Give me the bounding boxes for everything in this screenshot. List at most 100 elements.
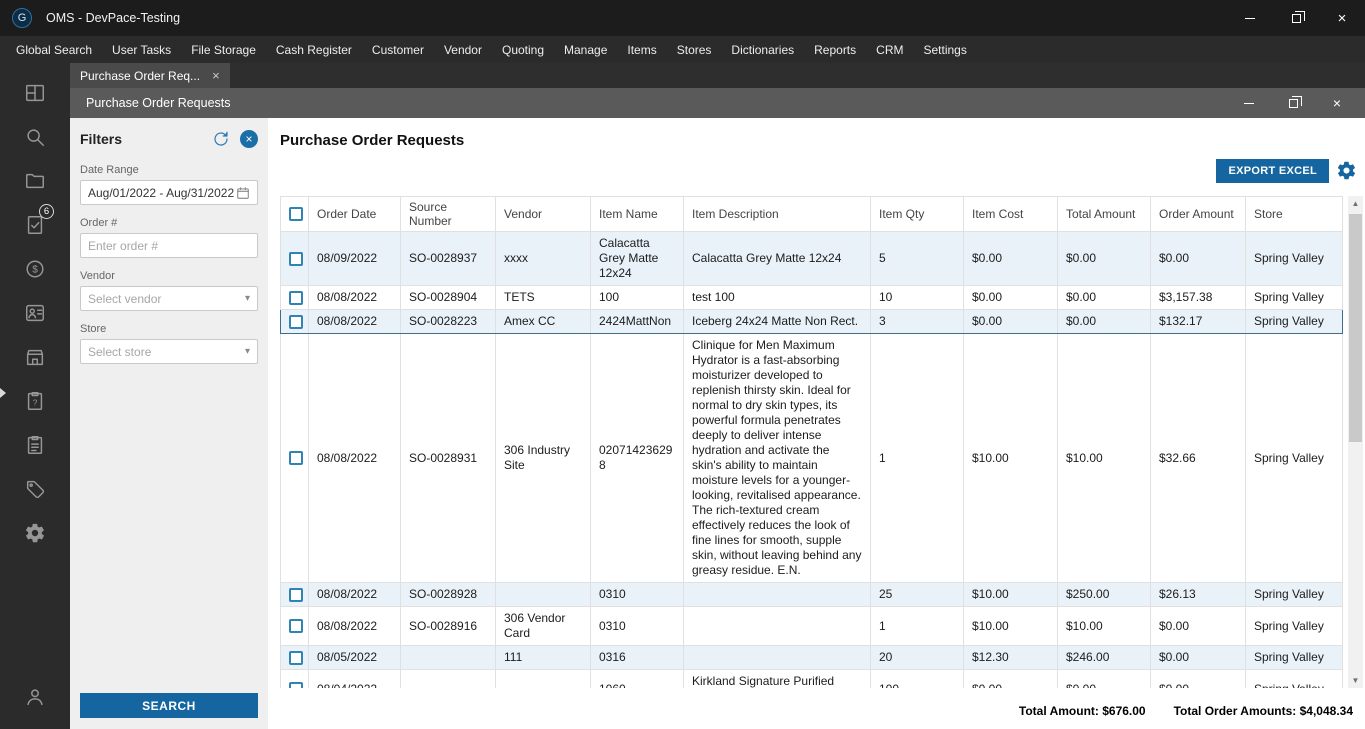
- cell-vendor: 111: [495, 645, 591, 670]
- sidebar-item-quoting[interactable]: ?: [0, 379, 70, 423]
- tab-purchase-order-requests[interactable]: Purchase Order Req... ×: [70, 63, 230, 88]
- cell-store: Spring Valley: [1245, 669, 1343, 688]
- row-checkbox-cell: [280, 231, 309, 286]
- table-row[interactable]: 08/09/2022 SO-0028937 xxxx Calacatta Grey M…: [280, 231, 1343, 286]
- cell-item-name: 100: [590, 285, 684, 310]
- chevron-down-icon: ▾: [244, 346, 250, 357]
- column-header-item-name[interactable]: Item Name: [590, 196, 684, 232]
- minimize-button[interactable]: [1227, 0, 1273, 36]
- sidebar-item-tags[interactable]: [0, 467, 70, 511]
- menu-item-settings[interactable]: Settings: [913, 36, 976, 63]
- row-checkbox[interactable]: [289, 587, 303, 602]
- total-order-amounts: Total Order Amounts: $4,048.34: [1173, 704, 1353, 718]
- sidebar-item-cash-register[interactable]: $: [0, 247, 70, 291]
- menu-item-stores[interactable]: Stores: [667, 36, 722, 63]
- sidebar-item-search[interactable]: [0, 115, 70, 159]
- menu-item-crm[interactable]: CRM: [866, 36, 913, 63]
- menu-item-file-storage[interactable]: File Storage: [181, 36, 266, 63]
- cell-order-amount: $0.00: [1150, 669, 1246, 688]
- menu-item-vendor[interactable]: Vendor: [434, 36, 492, 63]
- menu-item-quoting[interactable]: Quoting: [492, 36, 554, 63]
- sidebar-item-tasks[interactable]: 6: [0, 203, 70, 247]
- vendor-select[interactable]: Select vendor ▾: [80, 286, 258, 311]
- column-header-item-qty[interactable]: Item Qty: [870, 196, 964, 232]
- menu-item-items[interactable]: Items: [617, 36, 666, 63]
- inner-close-button[interactable]: ×: [1315, 88, 1359, 118]
- sidebar-item-orders[interactable]: [0, 423, 70, 467]
- search-button[interactable]: SEARCH: [80, 693, 258, 718]
- sidebar-expand-handle[interactable]: [0, 388, 6, 398]
- column-header-order-amount[interactable]: Order Amount: [1150, 196, 1246, 232]
- column-header-store[interactable]: Store: [1245, 196, 1343, 232]
- store-select[interactable]: Select store ▾: [80, 339, 258, 364]
- menu-item-manage[interactable]: Manage: [554, 36, 617, 63]
- menu-item-reports[interactable]: Reports: [804, 36, 866, 63]
- table-row[interactable]: 08/08/2022 SO-0028223 Amex CC 2424MattNon Ic…: [280, 309, 1343, 334]
- scrollbar-down-icon[interactable]: ▼: [1348, 673, 1363, 688]
- close-button[interactable]: ×: [1319, 0, 1365, 36]
- close-filters-button[interactable]: ×: [240, 130, 258, 148]
- cell-item-cost: $0.00: [963, 285, 1058, 310]
- row-checkbox-cell: [280, 645, 309, 670]
- column-header-vendor[interactable]: Vendor: [495, 196, 591, 232]
- restore-icon: [1288, 95, 1302, 108]
- refresh-filters-button[interactable]: [212, 130, 230, 148]
- menu-item-cash-register[interactable]: Cash Register: [266, 36, 362, 63]
- column-header-item-cost[interactable]: Item Cost: [963, 196, 1058, 232]
- table-scrollbar[interactable]: ▲ ▼: [1348, 196, 1363, 688]
- cell-total-amount: $10.00: [1057, 606, 1151, 646]
- table-header-row: Order Date Source Number Vendor Item Name It…: [280, 196, 1343, 232]
- menu-item-dictionaries[interactable]: Dictionaries: [721, 36, 804, 63]
- tab-close-icon[interactable]: ×: [212, 69, 220, 82]
- menu-item-global-search[interactable]: Global Search: [6, 36, 102, 63]
- po-table-body: 08/09/2022 SO-0028937 xxxx Calacatta Grey M…: [280, 231, 1343, 688]
- inner-minimize-button[interactable]: [1227, 88, 1271, 118]
- cell-vendor: 306 Vendor Card: [495, 606, 591, 646]
- table-row[interactable]: 08/08/2022 SO-0028928 0310 25 $10.00 $250.00 $…: [280, 582, 1343, 607]
- export-excel-button[interactable]: EXPORT EXCEL: [1216, 159, 1329, 183]
- row-checkbox-cell: [280, 669, 309, 688]
- row-checkbox-cell: [280, 333, 309, 583]
- sidebar-item-dashboard[interactable]: [0, 71, 70, 115]
- column-header-source-number[interactable]: Source Number: [400, 196, 496, 232]
- cell-item-cost: $10.00: [963, 606, 1058, 646]
- inner-maximize-button[interactable]: [1271, 88, 1315, 118]
- cell-order-date: 08/05/2022: [308, 645, 401, 670]
- column-header-item-description[interactable]: Item Description: [683, 196, 871, 232]
- row-checkbox[interactable]: [289, 619, 303, 634]
- row-checkbox[interactable]: [289, 251, 303, 266]
- table-row[interactable]: 08/08/2022 SO-0028904 TETS 100 test 100 10 $0.…: [280, 285, 1343, 310]
- row-checkbox-cell: [280, 606, 309, 646]
- grid-settings-gear-icon[interactable]: [1336, 160, 1357, 181]
- table-row[interactable]: 08/05/2022 111 0316 20 $12.30 $246.00 $0.00 Spr…: [280, 645, 1343, 670]
- row-checkbox[interactable]: [289, 682, 303, 688]
- svg-text:?: ?: [33, 399, 38, 408]
- row-checkbox[interactable]: [289, 290, 303, 305]
- inner-title-bar: Purchase Order Requests ×: [70, 88, 1365, 118]
- cell-item-qty: 20: [870, 645, 964, 670]
- customers-icon: [26, 304, 44, 322]
- menu-item-customer[interactable]: Customer: [362, 36, 434, 63]
- sidebar-item-settings[interactable]: [0, 511, 70, 555]
- title-bar: G OMS - DevPace-Testing ×: [0, 0, 1365, 36]
- row-checkbox-cell: [280, 285, 309, 310]
- row-checkbox[interactable]: [289, 314, 303, 329]
- scrollbar-up-icon[interactable]: ▲: [1348, 196, 1363, 211]
- column-header-order-date[interactable]: Order Date: [308, 196, 401, 232]
- table-row[interactable]: 08/08/2022 SO-0028931 306 Industry Site 020…: [280, 333, 1343, 583]
- scrollbar-thumb[interactable]: [1349, 214, 1362, 442]
- maximize-button[interactable]: [1273, 0, 1319, 36]
- order-number-input[interactable]: [80, 233, 258, 258]
- column-header-total-amount[interactable]: Total Amount: [1057, 196, 1151, 232]
- menu-item-user-tasks[interactable]: User Tasks: [102, 36, 181, 63]
- table-row[interactable]: 08/08/2022 SO-0028916 306 Vendor Card 0310 1…: [280, 606, 1343, 646]
- sidebar-item-user[interactable]: [0, 675, 70, 719]
- sidebar-item-file-storage[interactable]: [0, 159, 70, 203]
- date-range-input[interactable]: Aug/01/2022 - Aug/31/2022: [80, 180, 258, 205]
- row-checkbox[interactable]: [289, 451, 303, 466]
- sidebar-item-customers[interactable]: [0, 291, 70, 335]
- sidebar-item-stores[interactable]: [0, 335, 70, 379]
- row-checkbox[interactable]: [289, 650, 303, 665]
- table-row[interactable]: 08/04/2022 1060Kirkland Signature Purifie…: [280, 669, 1343, 688]
- select-all-checkbox[interactable]: [289, 207, 303, 222]
